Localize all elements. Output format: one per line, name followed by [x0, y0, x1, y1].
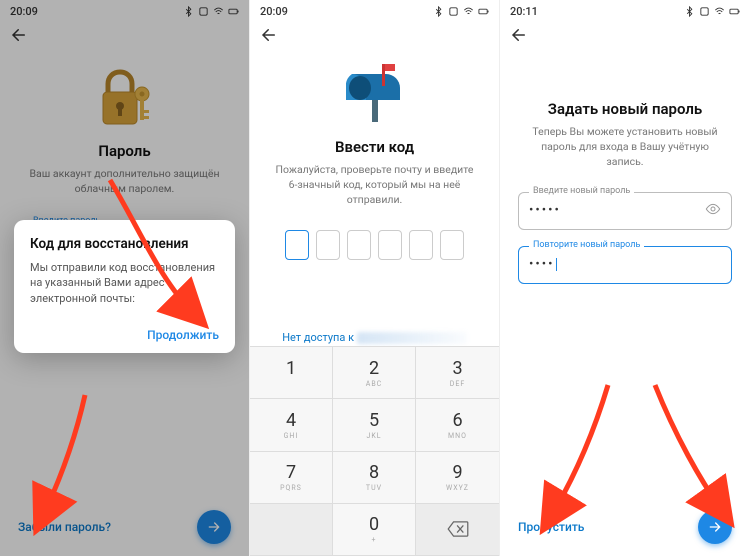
code-digit[interactable] [285, 230, 309, 260]
dialog-continue-button[interactable]: Продолжить [147, 328, 219, 342]
status-indicators [433, 6, 489, 17]
bluetooth-icon [433, 6, 444, 17]
page-subtitle: Пожалуйста, проверьте почту и введите 6-… [268, 162, 481, 208]
no-access-link[interactable]: Нет доступа к [250, 331, 499, 344]
code-digit[interactable] [316, 230, 340, 260]
repeat-password-input[interactable]: Повторите новый пароль •••• [518, 246, 732, 284]
wifi-icon [714, 6, 725, 17]
backspace-icon [447, 521, 469, 537]
code-digit[interactable] [378, 230, 402, 260]
status-bar: 20:09 [250, 0, 499, 22]
code-inputs[interactable] [285, 230, 464, 260]
keypad-key-2[interactable]: 2ABC [333, 347, 416, 399]
redacted-email [357, 332, 467, 344]
status-indicators [684, 6, 740, 17]
bluetooth-icon [684, 6, 695, 17]
status-time: 20:11 [510, 5, 538, 18]
dialog-body: Мы отправили код восстановления на указа… [30, 260, 219, 306]
recovery-code-dialog: Код для восстановления Мы отправили код … [14, 220, 235, 353]
battery-icon [729, 6, 740, 17]
keypad-key-1[interactable]: 1 [250, 347, 333, 399]
status-bar: 20:11 [500, 0, 750, 22]
page-subtitle: Теперь Вы можете установить новый пароль… [518, 124, 732, 170]
code-digit[interactable] [347, 230, 371, 260]
back-icon[interactable] [260, 26, 278, 48]
keypad-key-7[interactable]: 7PQRS [250, 452, 333, 504]
screen-new-password: 20:11 Задать новый пароль Теперь Вы може… [500, 0, 750, 556]
battery-icon [478, 6, 489, 17]
rotate-icon [448, 6, 459, 17]
numeric-keypad: 1 2ABC3DEF 4GHI5JKL6MNO 7PQRS8TUV9WXYZ0+ [250, 346, 499, 556]
next-button[interactable] [698, 510, 732, 544]
rotate-icon [699, 6, 710, 17]
wifi-icon [463, 6, 474, 17]
keypad-key-6[interactable]: 6MNO [416, 399, 499, 451]
new-password-input[interactable]: Введите новый пароль ••••• [518, 192, 732, 230]
code-digit[interactable] [409, 230, 433, 260]
keypad-key-3[interactable]: 3DEF [416, 347, 499, 399]
screen-enter-code: 20:09 Ввести код Пожалуйста, проверьте п… [250, 0, 500, 556]
field-label: Введите новый пароль [529, 186, 634, 196]
keypad-key-9[interactable]: 9WXYZ [416, 452, 499, 504]
page-title: Ввести код [335, 138, 414, 156]
arrow-right-icon [707, 519, 723, 535]
keypad-backspace[interactable] [416, 504, 499, 556]
code-digit[interactable] [440, 230, 464, 260]
back-icon[interactable] [510, 26, 528, 48]
screen-password: 20:09 Пароль Ваш аккаунт дополнительно з [0, 0, 250, 556]
mailbox-icon [346, 62, 404, 130]
field-value: •••• [529, 257, 557, 272]
skip-link[interactable]: Пропустить [518, 520, 584, 534]
status-time: 20:09 [260, 5, 288, 18]
field-label: Повторите новый пароль [529, 240, 644, 250]
eye-icon[interactable] [705, 201, 721, 221]
dialog-title: Код для восстановления [30, 236, 219, 252]
page-title: Задать новый пароль [548, 100, 702, 118]
keypad-key-8[interactable]: 8TUV [333, 452, 416, 504]
keypad-key-4[interactable]: 4GHI [250, 399, 333, 451]
keypad-blank [250, 504, 333, 556]
keypad-key-5[interactable]: 5JKL [333, 399, 416, 451]
field-value: ••••• [529, 203, 561, 218]
keypad-key-0[interactable]: 0+ [333, 504, 416, 556]
